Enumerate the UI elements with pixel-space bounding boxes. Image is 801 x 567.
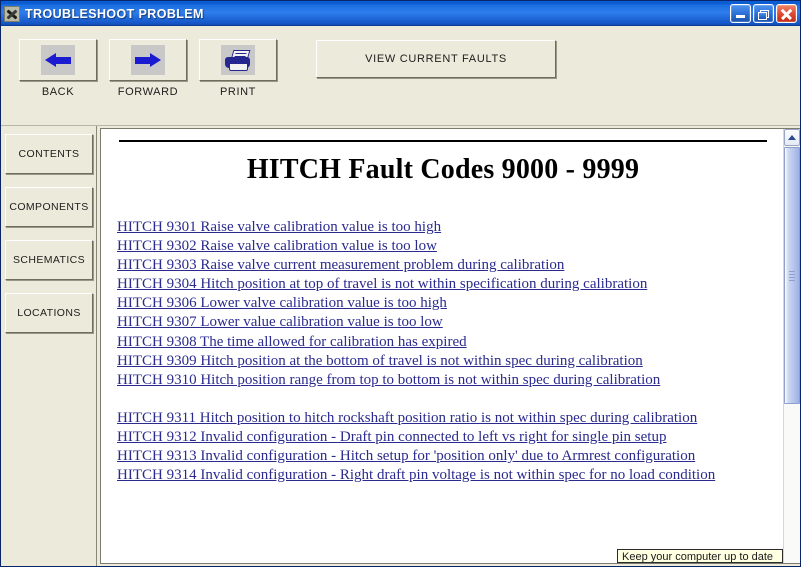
fault-link-9310[interactable]: HITCH 9310 Hitch position range from top… xyxy=(117,371,769,390)
printer-icon xyxy=(221,45,255,75)
fault-code-link-list: HITCH 9301 Raise valve calibration value… xyxy=(117,218,769,485)
forward-button[interactable]: FORWARD xyxy=(109,39,187,98)
arrow-left-icon xyxy=(41,45,75,75)
sidebar-item-schematics[interactable]: SCHEMATICS xyxy=(5,240,93,280)
main-area: CONTENTS COMPONENTS SCHEMATICS LOCATIONS… xyxy=(1,126,800,566)
fault-link-9309[interactable]: HITCH 9309 Hitch position at the bottom … xyxy=(117,352,769,371)
scrollbar-thumb[interactable] xyxy=(784,147,800,404)
view-current-faults-button[interactable]: VIEW CURRENT FAULTS xyxy=(316,40,556,78)
window-controls xyxy=(730,4,797,23)
sidebar: CONTENTS COMPONENTS SCHEMATICS LOCATIONS xyxy=(1,126,97,566)
content-panel: HITCH Fault Codes 9000 - 9999 HITCH 9301… xyxy=(100,128,800,564)
sidebar-item-contents[interactable]: CONTENTS xyxy=(5,134,93,174)
vertical-scrollbar[interactable] xyxy=(783,129,800,563)
document-view: HITCH Fault Codes 9000 - 9999 HITCH 9301… xyxy=(101,129,783,563)
arrow-right-icon xyxy=(131,45,165,75)
toolbar: BACK FORWARD PRINT VIEW CURRENT FAULTS xyxy=(1,26,800,126)
top-divider xyxy=(119,140,767,142)
fault-link-9313[interactable]: HITCH 9313 Invalid configuration - Hitch… xyxy=(117,447,769,466)
fault-link-9304[interactable]: HITCH 9304 Hitch position at top of trav… xyxy=(117,275,769,294)
system-notification-balloon[interactable]: Keep your computer up to date xyxy=(617,549,783,563)
restore-button[interactable] xyxy=(753,4,774,23)
fault-link-9301[interactable]: HITCH 9301 Raise valve calibration value… xyxy=(117,218,769,237)
sidebar-item-components[interactable]: COMPONENTS xyxy=(5,187,93,227)
back-button[interactable]: BACK xyxy=(19,39,97,98)
scroll-up-button[interactable] xyxy=(784,129,800,146)
fault-link-9314[interactable]: HITCH 9314 Invalid configuration - Right… xyxy=(117,466,769,485)
title-bar: TROUBLESHOOT PROBLEM xyxy=(1,1,800,26)
page-title: HITCH Fault Codes 9000 - 9999 xyxy=(246,154,640,185)
fault-link-9311[interactable]: HITCH 9311 Hitch position to hitch rocks… xyxy=(117,409,769,428)
fault-link-9302[interactable]: HITCH 9302 Raise valve calibration value… xyxy=(117,237,769,256)
fault-link-9307[interactable]: HITCH 9307 Lower value calibration value… xyxy=(117,313,769,332)
chevron-up-icon xyxy=(788,135,796,140)
fault-link-9308[interactable]: HITCH 9308 The time allowed for calibrat… xyxy=(117,333,769,352)
back-button-label: BACK xyxy=(41,86,75,98)
window-title: TROUBLESHOOT PROBLEM xyxy=(25,6,204,21)
print-button-label: PRINT xyxy=(220,86,256,98)
minimize-button[interactable] xyxy=(730,4,751,23)
forward-button-label: FORWARD xyxy=(117,86,179,98)
scrollbar-grip xyxy=(789,270,795,281)
sidebar-item-locations[interactable]: LOCATIONS xyxy=(5,293,93,333)
close-button[interactable] xyxy=(776,4,797,23)
fault-link-9312[interactable]: HITCH 9312 Invalid configuration - Draft… xyxy=(117,428,769,447)
tools-icon xyxy=(4,5,20,22)
troubleshoot-window: TROUBLESHOOT PROBLEM BACK FORWARD PRINT … xyxy=(0,0,801,567)
print-button[interactable]: PRINT xyxy=(199,39,277,98)
scrollbar-track[interactable] xyxy=(784,404,800,563)
fault-link-9303[interactable]: HITCH 9303 Raise valve current measureme… xyxy=(117,256,769,275)
fault-link-9306[interactable]: HITCH 9306 Lower valve calibration value… xyxy=(117,294,769,313)
